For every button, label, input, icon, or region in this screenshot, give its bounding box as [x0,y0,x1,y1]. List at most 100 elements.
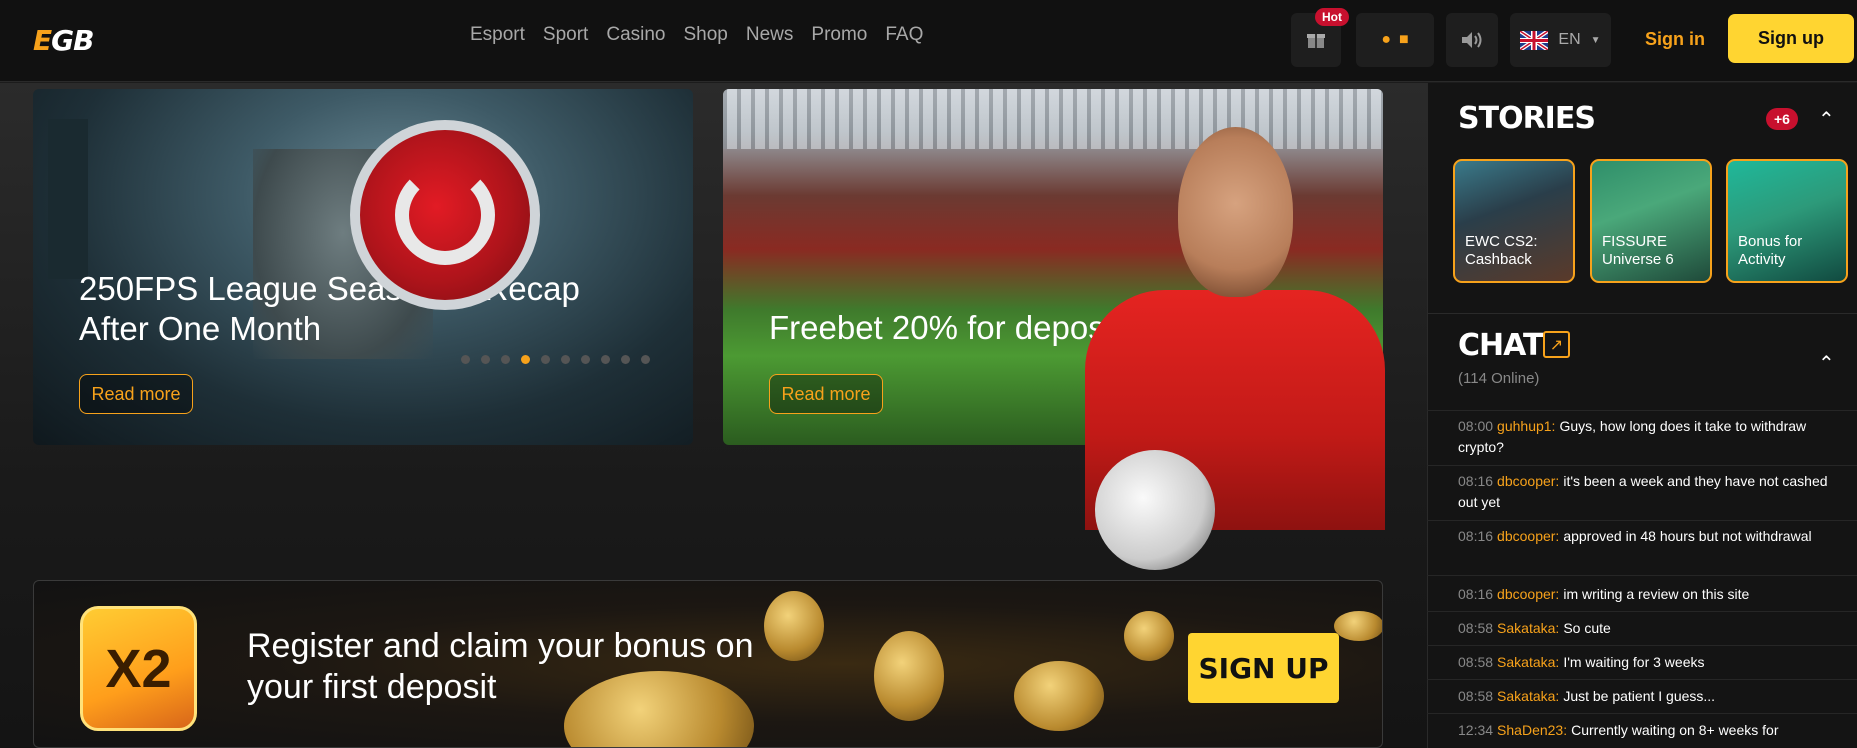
speaker-icon [1462,32,1482,48]
chat-message: 08:58 Sakataka: Just be patient I guess... [1458,686,1838,707]
carousel-dot[interactable] [501,355,510,364]
message-user[interactable]: Sakataka: [1497,620,1559,636]
nav-esport[interactable]: Esport [470,24,525,46]
promo-text: Register and claim your bonus on your fi… [247,627,754,706]
apple-icon: ● [1381,31,1391,48]
online-count: (114 Online) [1458,370,1540,387]
gift-icon [1307,34,1325,48]
message-divider [1427,410,1857,411]
stories-title: STORIES [1458,101,1596,136]
chat-message: 08:16 dbcooper: it's been a week and they … [1458,471,1838,513]
collapse-chat-icon[interactable]: ⌃ [1818,351,1835,376]
message-divider [1427,520,1857,521]
carousel-dot[interactable] [461,355,470,364]
carousel-dot[interactable] [561,355,570,364]
hot-badge: Hot [1315,8,1349,26]
message-text: approved in 48 hours but not withdrawal [1563,528,1812,544]
message-text: im writing a review on this site [1563,586,1750,602]
main-nav: Esport Sport Casino Shop News Promo FAQ [470,24,941,46]
chat-message: 12:34 ShaDen23: Currently waiting on 8+ we… [1458,720,1838,741]
chat-message: 08:00 guhhup1: Guys, how long does it take… [1458,416,1838,458]
read-more-button[interactable]: Read more [769,374,883,414]
sign-in-link[interactable]: Sign in [1645,29,1705,50]
chat-message-list[interactable]: 08:00 guhhup1: Guys, how long does it take… [1427,410,1857,748]
app-download-button[interactable]: ● ■ [1356,13,1434,67]
message-text: I'm waiting for 3 weeks [1563,654,1705,670]
sound-toggle[interactable] [1446,13,1498,67]
uk-flag-icon [1520,30,1549,50]
banner-250fps[interactable]: 250FPS League Season 3: Recap After One … [33,89,693,445]
message-user[interactable]: dbcooper: [1497,528,1559,544]
message-divider [1427,645,1857,646]
nav-sport[interactable]: Sport [543,24,588,46]
message-user[interactable]: dbcooper: [1497,586,1559,602]
coin-graphic [1334,611,1382,641]
carousel-dot[interactable] [481,355,490,364]
read-more-button[interactable]: Read more [79,374,193,414]
chat-message: 08:16 dbcooper: im writing a review on thi… [1458,584,1838,605]
nav-faq[interactable]: FAQ [885,24,923,46]
nav-news[interactable]: News [746,24,794,46]
message-divider [1427,611,1857,612]
message-time: 08:16 [1458,528,1494,544]
message-time: 08:58 [1458,620,1494,636]
coin-graphic [874,631,944,721]
x2-badge: X2 [80,606,197,731]
chat-title: CHAT [1458,328,1543,363]
story-label: EWC CS2: Cashback [1465,233,1538,268]
player-head-graphic [1178,127,1293,297]
banner-title: 250FPS League Season 3: Recap After One … [79,270,580,347]
chat-message: 08:58 Sakataka: So cute [1458,618,1838,639]
message-divider [1427,679,1857,680]
stories-count-badge: +6 [1766,108,1798,130]
nav-casino[interactable]: Casino [606,24,665,46]
stadium-roof-graphic [723,89,1383,149]
message-time: 12:34 [1458,722,1494,738]
popout-icon[interactable]: ↗ [1543,331,1570,358]
message-user[interactable]: Sakataka: [1497,688,1559,704]
message-divider [1427,575,1857,576]
message-text: Currently waiting on 8+ weeks for [1571,722,1779,738]
message-divider [1427,465,1857,466]
soccer-ball-graphic [1095,450,1215,570]
carousel-dot[interactable] [641,355,650,364]
story-label: FISSURE Universe 6 [1602,233,1674,268]
message-user[interactable]: ShaDen23: [1497,722,1567,738]
message-time: 08:16 [1458,586,1494,602]
story-card[interactable]: FISSURE Universe 6 [1590,159,1712,283]
carousel-dots [461,355,650,364]
story-card[interactable]: EWC CS2: Cashback [1453,159,1575,283]
message-user[interactable]: guhhup1: [1497,418,1555,434]
carousel-dot[interactable] [621,355,630,364]
language-selector[interactable]: EN ▼ [1510,13,1611,67]
message-time: 08:58 [1458,654,1494,670]
nav-promo[interactable]: Promo [811,24,867,46]
message-time: 08:00 [1458,418,1494,434]
coin-graphic [1124,611,1174,661]
message-time: 08:16 [1458,473,1494,489]
egb-logo[interactable]: EGB [33,24,94,57]
story-card[interactable]: Bonus for Activity [1726,159,1848,283]
nav-shop[interactable]: Shop [684,24,728,46]
collapse-stories-icon[interactable]: ⌃ [1818,107,1835,132]
chat-message: 08:58 Sakataka: I'm waiting for 3 weeks [1458,652,1838,673]
carousel-dot[interactable] [541,355,550,364]
message-divider [1427,713,1857,714]
message-text: So cute [1563,620,1611,636]
promo-sign-up-button[interactable]: SIGN UP [1188,633,1339,703]
android-icon: ■ [1399,31,1409,48]
sign-up-button[interactable]: Sign up [1728,14,1854,63]
chat-message: 08:16 dbcooper: approved in 48 hours but n… [1458,526,1838,547]
tombstone-graphic [48,119,88,279]
coin-graphic [1014,661,1104,731]
message-text: Just be patient I guess... [1563,688,1716,704]
carousel-dot[interactable] [601,355,610,364]
story-label: Bonus for Activity [1738,233,1803,268]
carousel-dot[interactable] [521,355,530,364]
section-divider [1427,313,1857,314]
chevron-down-icon: ▼ [1590,34,1601,46]
message-user[interactable]: dbcooper: [1497,473,1559,489]
carousel-dot[interactable] [581,355,590,364]
message-user[interactable]: Sakataka: [1497,654,1559,670]
language-label: EN [1558,31,1581,48]
